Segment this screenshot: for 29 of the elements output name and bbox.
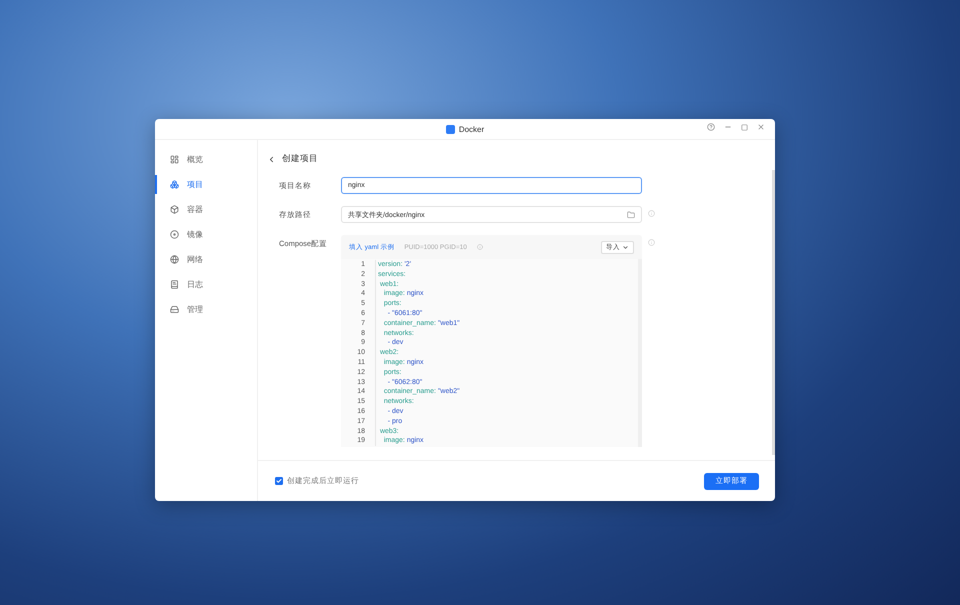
window-title: Docker [458, 124, 484, 134]
project-icon [170, 180, 179, 189]
back-icon[interactable] [267, 154, 276, 164]
info-icon[interactable] [476, 244, 483, 250]
scrollbar[interactable] [772, 170, 775, 455]
close-icon[interactable] [757, 123, 765, 131]
info-icon[interactable] [648, 239, 655, 246]
container-icon [170, 205, 179, 214]
help-icon[interactable] [707, 123, 715, 131]
sidebar-item[interactable]: 网络 [155, 250, 257, 269]
sidebar-item[interactable]: 项目 [155, 175, 257, 194]
image-icon [170, 230, 179, 239]
sidebar-item[interactable]: 概览 [155, 150, 257, 169]
sidebar-item[interactable]: 日志 [155, 275, 257, 294]
sidebar-item[interactable]: 容器 [155, 200, 257, 219]
network-icon [170, 255, 179, 264]
log-icon [170, 280, 179, 289]
sidebar-item[interactable]: 管理 [155, 300, 257, 319]
checkbox[interactable] [275, 477, 283, 485]
chevron-down-icon [622, 244, 629, 250]
info-icon[interactable] [648, 210, 655, 217]
page-title: 创建项目 [282, 153, 318, 165]
overview-icon [170, 155, 179, 164]
folder-icon[interactable] [627, 210, 635, 218]
manage-icon [170, 305, 179, 314]
maximize-icon[interactable] [741, 124, 748, 130]
sidebar-item[interactable]: 镜像 [155, 225, 257, 244]
app-icon [446, 124, 455, 134]
code-editor[interactable] [341, 235, 642, 447]
